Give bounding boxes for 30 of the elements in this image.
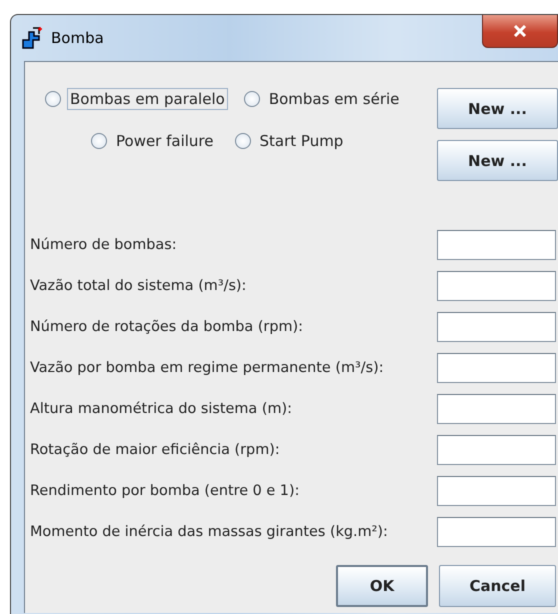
field-label: Número de bombas: — [30, 237, 177, 253]
cancel-button[interactable]: Cancel — [439, 565, 556, 607]
field-label: Momento de inércia das massas girantes (kg.m²): — [30, 524, 388, 540]
radio-button[interactable]: Bombas em série — [244, 88, 402, 110]
new-button[interactable]: New ... — [437, 140, 558, 181]
field-label: Vazão total do sistema (m³/s): — [30, 278, 246, 294]
input-field[interactable] — [437, 435, 556, 465]
input-field[interactable] — [437, 517, 556, 547]
field-label: Número de rotações da bomba (rpm): — [30, 319, 303, 335]
input-field[interactable] — [437, 271, 556, 301]
new-button[interactable]: New ... — [437, 88, 558, 129]
input-field[interactable] — [437, 312, 556, 342]
radio-label: Bombas em série — [268, 89, 400, 110]
close-icon — [513, 25, 527, 37]
radio-button[interactable]: Power failure — [91, 130, 216, 152]
input-field[interactable] — [437, 394, 556, 424]
field-label: Vazão por bomba em regime permanente (m³/s): — [30, 360, 384, 376]
field-label: Rotação de maior eficiência (rpm): — [30, 442, 280, 458]
field-label: Altura manométrica do sistema (m): — [30, 401, 292, 417]
radio-label: Power failure — [115, 131, 214, 152]
radio-button[interactable]: Start Pump — [234, 130, 346, 152]
input-field[interactable] — [437, 476, 556, 506]
ok-button[interactable]: OK — [336, 565, 428, 607]
radio-label: Start Pump — [258, 131, 344, 152]
window-title: Bomba — [51, 29, 104, 47]
app-icon — [21, 26, 43, 50]
input-field[interactable] — [437, 230, 556, 260]
input-field[interactable] — [437, 353, 556, 383]
field-label: Rendimento por bomba (entre 0 e 1): — [30, 483, 300, 499]
close-button[interactable] — [482, 15, 558, 48]
